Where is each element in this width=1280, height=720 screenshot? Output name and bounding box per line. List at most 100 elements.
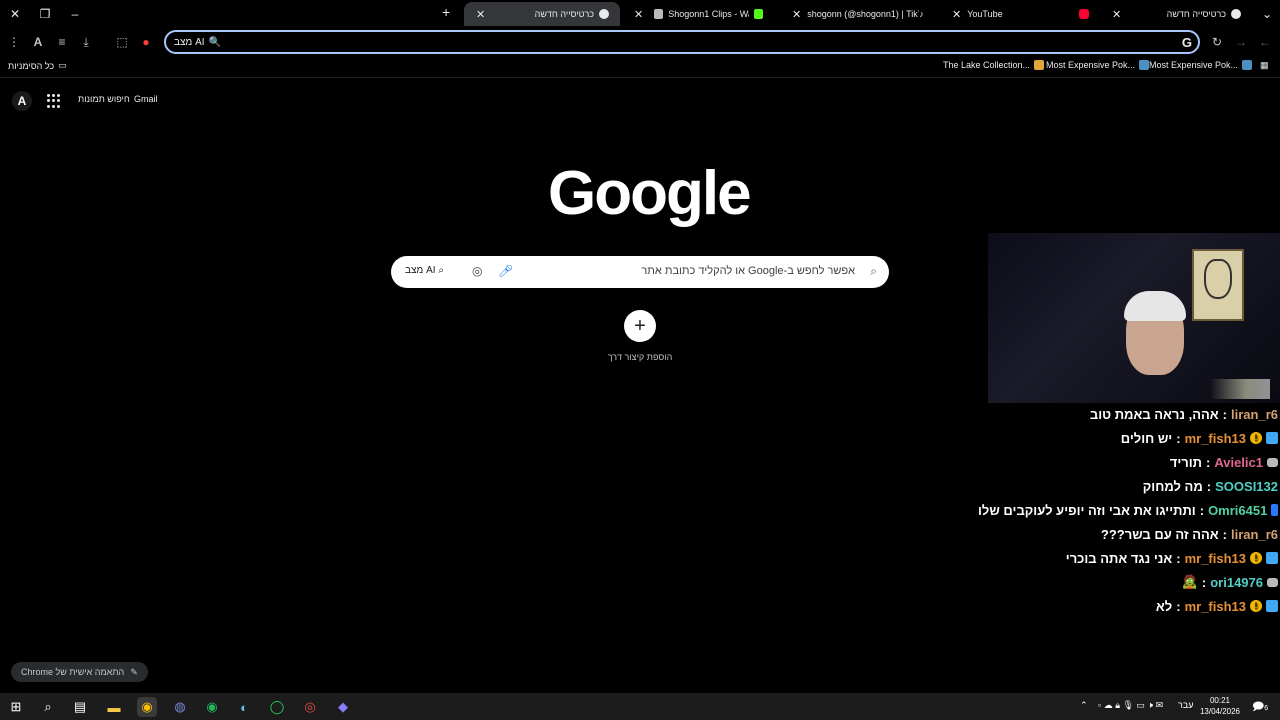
search-icon[interactable]: ⌕ <box>38 697 58 717</box>
minimize-window-button[interactable]: – <box>64 4 86 24</box>
sparkle-search-icon: 🔍 <box>208 36 221 48</box>
customize-chrome-button[interactable]: ✎ התאמה אישית של Chrome <box>11 662 148 682</box>
chrome-taskbar-icon[interactable]: ◉ <box>137 697 157 717</box>
chrome-icon <box>1231 9 1241 19</box>
close-tab-icon[interactable]: ✕ <box>634 8 643 21</box>
chat-separator: : <box>1176 550 1181 566</box>
bookmark-favicon <box>1139 60 1150 70</box>
chat-text: לא <box>1155 598 1173 614</box>
tab-title: כרטיסייה חדשה <box>534 9 594 19</box>
tab-tiktok[interactable]: ✕ shogonn (@shogonn1) | TikTok ♪ <box>780 2 932 26</box>
chat-text: מה למחוק <box>1142 478 1203 494</box>
chat-username: mr_fish13 <box>1184 598 1246 614</box>
ai-mode-chip[interactable]: מצב AI 🔍 <box>174 37 221 48</box>
lens-icon[interactable]: ◎ <box>472 264 482 278</box>
coin-badge-icon: ! <box>1250 432 1262 444</box>
file-explorer-icon[interactable]: ▬ <box>104 697 124 717</box>
adblock-icon[interactable]: ● <box>136 32 156 52</box>
back-icon[interactable]: ← <box>1255 32 1275 52</box>
all-bookmarks-button[interactable]: כל הסימניות ▭ <box>8 60 67 71</box>
tab-new-tab-active[interactable]: ✕ כרטיסייה חדשה <box>464 2 620 26</box>
search-box[interactable]: ⌕ אפשר לחפש ב-Google או להקליד כתובת אתר… <box>391 256 889 288</box>
whatsapp-icon[interactable]: ◯ <box>267 697 287 717</box>
google-apps-icon[interactable] <box>47 94 61 108</box>
address-bar[interactable]: מצב AI 🔍 G <box>164 30 1200 54</box>
reading-list-icon[interactable]: ≡ <box>52 32 72 52</box>
chat-username: mr_fish13 <box>1184 550 1246 566</box>
gmail-link[interactable]: Gmail <box>134 94 158 104</box>
add-shortcut-button[interactable]: + <box>624 310 656 342</box>
tab-youtube[interactable]: ✕ YouTube <box>940 2 1100 26</box>
kick-icon <box>754 9 764 19</box>
close-tab-icon[interactable]: ✕ <box>952 8 961 21</box>
tab-kick[interactable]: ✕ Shogonn1 Clips - Watch Live <box>622 2 774 26</box>
task-view-icon[interactable]: ▤ <box>70 697 90 717</box>
tab-new-tab[interactable]: ✕ כרטיסייה חדשה <box>1100 2 1252 26</box>
obs-icon[interactable]: ◎ <box>300 697 320 717</box>
background-lights <box>1210 379 1270 399</box>
add-shortcut-label: הוספת קיצור דרך <box>607 352 673 362</box>
streamer-cap <box>1124 291 1186 321</box>
chat-message: ! mr_fish13: יש חולים <box>978 426 1278 450</box>
chat-username: liran_r6 <box>1231 406 1278 422</box>
close-tab-icon[interactable]: ✕ <box>1112 8 1121 21</box>
chat-username: Omri6451 <box>1208 502 1268 518</box>
bookmark-favicon <box>1034 60 1045 70</box>
download-icon[interactable]: ⤓ <box>76 32 96 52</box>
bookmark-favicon <box>1242 60 1253 70</box>
youtube-icon <box>1079 9 1089 19</box>
pencil-icon: ✎ <box>130 666 138 677</box>
account-avatar[interactable]: A <box>12 91 32 111</box>
close-tab-icon[interactable]: ✕ <box>792 8 801 21</box>
profile-icon[interactable]: A <box>28 32 48 52</box>
bookmark-label: The Lake Collection... <box>943 60 1031 70</box>
images-link[interactable]: חיפוש תמונות <box>78 94 130 104</box>
chat-username: Avielic1 <box>1214 454 1263 470</box>
tray-chevron-icon[interactable]: ⌃ <box>1080 700 1088 711</box>
cube-badge-icon <box>1266 552 1278 564</box>
new-tab-button[interactable]: + <box>442 4 450 20</box>
tab-title: YouTube <box>967 9 1003 19</box>
framed-portrait <box>1192 249 1244 321</box>
extensions-icon[interactable]: ⬚ <box>112 32 132 52</box>
spotify-icon[interactable]: ◉ <box>202 697 222 717</box>
tab-search-button[interactable]: ⌄ <box>1256 4 1278 24</box>
tray-icons[interactable]: ▫ ☁ 🔒︎ 🎙︎ ▭ 🕨 ✉ <box>1098 700 1163 711</box>
forward-icon[interactable]: → <box>1231 32 1251 52</box>
folder-icon: ▭ <box>58 60 67 70</box>
microphone-icon[interactable]: 🎤︎ <box>498 264 513 278</box>
start-icon[interactable]: ⊞ <box>6 697 26 717</box>
wolf-badge-icon <box>1267 457 1278 467</box>
ai-mode-label: מצב AI <box>405 265 436 276</box>
discord-icon[interactable]: ◍ <box>170 697 190 717</box>
tiktok-icon: ♪ <box>919 9 924 19</box>
reload-icon[interactable]: ↻ <box>1207 32 1227 52</box>
coin-badge-icon: ! <box>1250 600 1262 612</box>
bookmark-label: Most Expensive Pok... <box>1149 60 1239 70</box>
clock[interactable]: 00:21 13/04/2026 <box>1200 695 1240 717</box>
app-icon[interactable]: ◆ <box>333 697 353 717</box>
cube-badge-icon <box>1266 432 1278 444</box>
language-indicator[interactable]: עבר <box>1178 700 1193 710</box>
restore-window-button[interactable]: ❐ <box>34 4 56 24</box>
apps-grid-icon[interactable]: ▦ <box>1260 60 1269 71</box>
notifications-icon[interactable]: 🗩6 <box>1252 698 1268 717</box>
chat-separator: : <box>1176 430 1181 446</box>
close-window-button[interactable]: ✕ <box>4 4 26 24</box>
steam-icon[interactable]: ◐ <box>234 697 254 717</box>
chat-username: ori14976 <box>1210 574 1263 590</box>
taskbar: ⊞ ⌕ ▤ ▬ ◉ ◍ ◉ ◐ ◯ ◎ ◆ ⌃ ▫ ☁ 🔒︎ 🎙︎ ▭ 🕨 ✉ … <box>0 693 1280 720</box>
bookmark-item[interactable]: Most Expensive Pok... <box>1046 60 1150 70</box>
chat-message: ! mr_fish13: אני נגד אתה בוכרי <box>978 546 1278 570</box>
chat-separator: : <box>1222 406 1228 422</box>
chat-separator: : <box>1201 574 1207 590</box>
bookmark-item[interactable]: The Lake Collection... <box>943 60 1045 70</box>
customize-label: התאמה אישית של Chrome <box>21 667 125 677</box>
chat-text: תוריד <box>1169 454 1202 470</box>
ai-mode-button[interactable]: מצב AI ⌕ <box>405 265 444 276</box>
chat-text: יש חולים <box>1120 430 1173 446</box>
menu-icon[interactable]: ⋮ <box>4 32 24 52</box>
close-tab-icon[interactable]: ✕ <box>476 8 485 21</box>
search-icon: ⌕ <box>870 264 877 278</box>
bookmark-item[interactable]: Most Expensive Pok... <box>1149 60 1253 70</box>
